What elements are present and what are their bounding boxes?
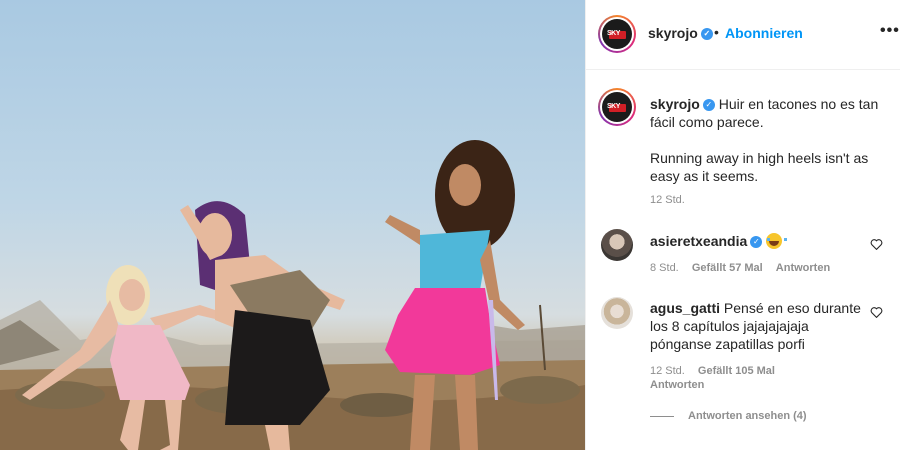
caption-username[interactable]: skyrojo: [650, 96, 700, 112]
brand-logo-icon: SKY: [602, 92, 632, 122]
comment-timestamp[interactable]: 8 Std.: [650, 262, 679, 274]
post-header: SKY skyrojo ✓ • Abonnieren •••: [586, 0, 900, 70]
comment-likes[interactable]: Gefällt 105 Mal: [698, 365, 775, 377]
reply-button[interactable]: Antworten: [650, 379, 704, 391]
view-replies-button[interactable]: Antworten ansehen (4): [650, 410, 807, 422]
like-heart-icon[interactable]: [870, 238, 883, 250]
comment-username[interactable]: agus_gatti: [650, 300, 720, 316]
verified-badge-icon: ✓: [750, 236, 763, 249]
caption-text-en: Running away in high heels isn't as easy…: [650, 150, 869, 184]
separator-dot: •: [714, 24, 719, 40]
like-heart-icon[interactable]: [870, 306, 883, 318]
more-options-icon[interactable]: •••: [880, 22, 900, 40]
crying-laughing-emoji-icon: [766, 233, 788, 249]
post-photo[interactable]: [0, 0, 585, 450]
comment-item: asieretxeandia ✓: [650, 232, 865, 250]
header-username[interactable]: skyrojo ✓: [648, 25, 713, 41]
comment-timestamp[interactable]: 12 Std.: [650, 365, 685, 377]
photo-scene: [0, 140, 585, 450]
avatar[interactable]: SKY: [598, 15, 636, 53]
post-caption: skyrojo ✓ Huir en tacones no es tan fácil…: [650, 95, 885, 203]
comment-meta: 12 Std. Gefällt 105 Mal: [650, 365, 785, 377]
reply-button[interactable]: Antworten: [776, 262, 830, 274]
comment-meta: 8 Std. Gefällt 57 Mal Antworten: [650, 262, 840, 274]
comment-username[interactable]: asieretxeandia: [650, 233, 747, 249]
brand-logo-icon: SKY: [602, 19, 632, 49]
caption-timestamp[interactable]: 12 Std.: [650, 194, 685, 206]
post-side-panel: SKY skyrojo ✓ • Abonnieren ••• SKY skyroj…: [585, 0, 900, 450]
verified-badge-icon: ✓: [702, 99, 715, 112]
comment-avatar[interactable]: [601, 297, 633, 329]
comment-item: agus_gatti Pensé en eso durante los 8 ca…: [650, 299, 865, 353]
comment-avatar[interactable]: [601, 229, 633, 261]
comment-likes[interactable]: Gefällt 57 Mal: [692, 262, 763, 274]
follow-button[interactable]: Abonnieren: [725, 25, 803, 41]
caption-avatar[interactable]: SKY: [598, 88, 636, 126]
verified-badge-icon: ✓: [700, 28, 713, 41]
divider-line: [650, 415, 674, 417]
